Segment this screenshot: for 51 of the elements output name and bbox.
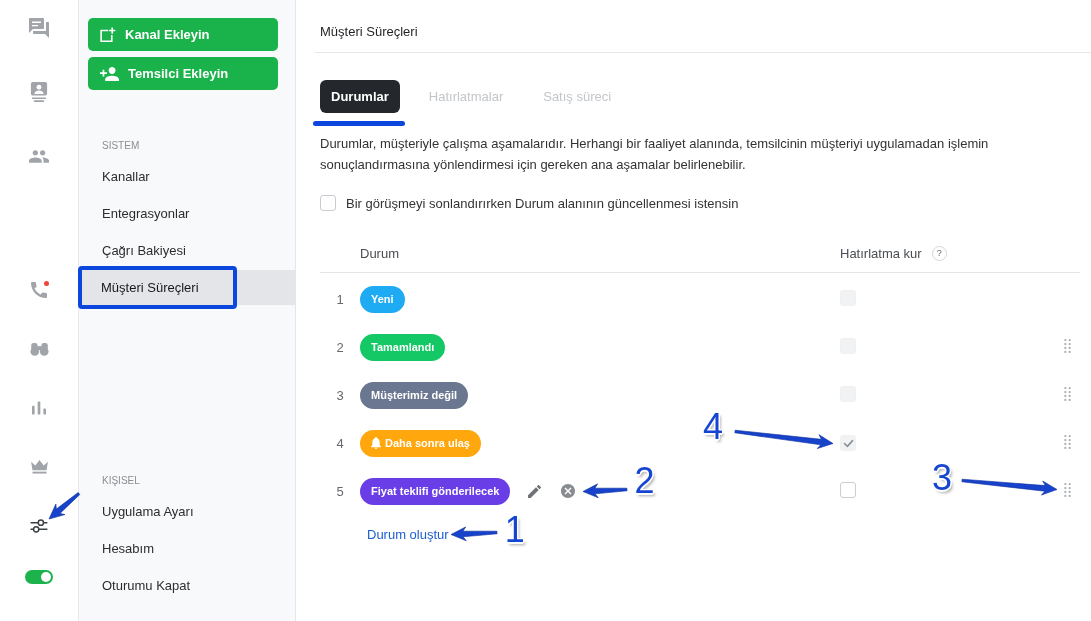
checkbox[interactable] xyxy=(320,195,336,211)
status-label: Daha sonra ulaş xyxy=(385,437,470,449)
status-label: Fiyat teklifi gönderilecek xyxy=(371,485,500,497)
status-label: Yeni xyxy=(371,293,394,305)
row-number: 1 xyxy=(336,291,344,307)
phone-icon[interactable] xyxy=(31,282,47,298)
crown-icon[interactable] xyxy=(30,460,48,474)
sidebar-item[interactable]: Oturumu Kapat xyxy=(79,577,201,594)
check-icon xyxy=(842,438,854,448)
grip-dots-icon[interactable] xyxy=(1064,434,1071,449)
sidebar-item[interactable]: Entegrasyonlar xyxy=(79,205,200,222)
pencil-icon[interactable] xyxy=(528,484,542,498)
row-number: 2 xyxy=(336,339,344,355)
option-label: Bir görüşmeyi sonlandırırken Durum alanının güncellenmesi istensin xyxy=(346,195,739,211)
sidebar-item[interactable]: Kanallar xyxy=(79,168,160,185)
column-header: Hatırlatma kur xyxy=(840,246,922,261)
grip-dots-icon[interactable] xyxy=(1064,338,1071,353)
status-label: Müşterimiz değil xyxy=(371,389,458,401)
chat-icon[interactable] xyxy=(29,18,49,38)
callout-number: 3 xyxy=(931,459,952,496)
sidebar-item[interactable]: Çağrı Bakiyesi xyxy=(79,242,196,259)
sidebar-item[interactable]: Uygulama Ayarı xyxy=(79,503,204,520)
grip-dots-icon[interactable] xyxy=(1064,482,1071,497)
column-header: Durum xyxy=(360,246,400,261)
section-title: KIŞISEL xyxy=(101,475,140,487)
description-text: Durumlar, müşteriyle çalışma aşamalarıdır. Herhangi bir faaliyet alanında, temsilcinin müşteriyi uygulamadan işlemin sonuçlandırmasına yönlendirmesi için gereken ana aşamalar belirlenebilir. xyxy=(320,135,990,174)
status-label: Tamamlandı xyxy=(371,341,435,353)
add-box-icon xyxy=(100,26,116,43)
grip-dots-icon[interactable] xyxy=(1064,386,1071,401)
sidebar-item[interactable]: Müşteri Süreçleri xyxy=(78,266,237,309)
toggle-switch[interactable] xyxy=(25,570,53,584)
callout-number: 1 xyxy=(504,511,525,548)
contact-card-icon[interactable] xyxy=(30,82,48,102)
callout-arrow xyxy=(449,524,498,543)
callout-arrow xyxy=(582,480,629,500)
person-add-icon xyxy=(100,66,119,81)
row-number: 3 xyxy=(336,387,344,403)
sidebar-item[interactable]: Hesabım xyxy=(79,540,165,557)
sliders-icon[interactable] xyxy=(30,519,48,533)
row-number: 5 xyxy=(336,483,344,499)
section-title: SISTEM xyxy=(101,140,140,152)
row-number: 4 xyxy=(336,435,344,451)
callout-number: 4 xyxy=(702,409,723,445)
create-status-link[interactable]: Durum oluştur xyxy=(367,527,449,542)
bar-chart-icon[interactable] xyxy=(32,401,46,415)
binoculars-icon[interactable] xyxy=(29,342,49,356)
people-icon[interactable] xyxy=(29,149,49,163)
callout-number: 2 xyxy=(634,463,655,499)
checkbox[interactable] xyxy=(840,481,856,498)
tab[interactable]: Durumlar xyxy=(320,80,400,113)
page-title: Müşteri Süreçleri xyxy=(320,24,418,39)
